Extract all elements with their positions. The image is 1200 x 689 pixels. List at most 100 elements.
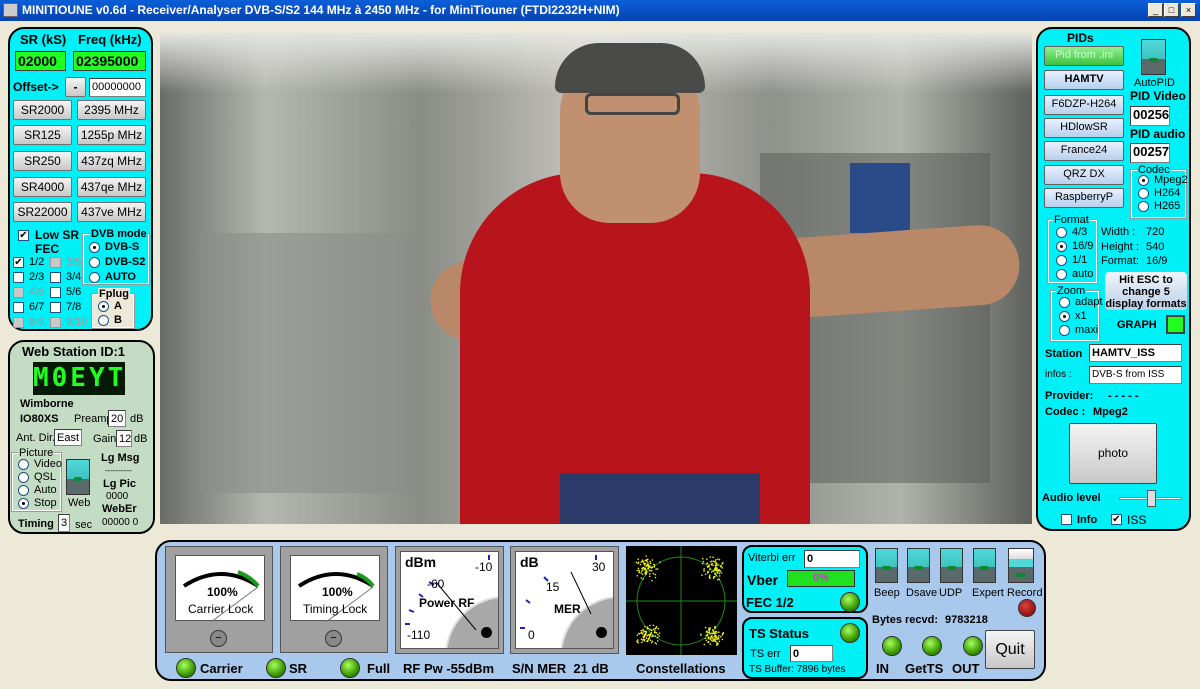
fec-checkbox[interactable] <box>13 302 24 313</box>
ts-err-input[interactable]: 0 <box>790 645 833 662</box>
ts-err-label: TS err <box>750 648 781 660</box>
sr-input[interactable]: 02000 <box>15 51 66 71</box>
photo-button[interactable]: photo <box>1069 423 1157 484</box>
lg-pic-value: 0000 <box>106 491 129 502</box>
constellation-point <box>714 573 716 575</box>
fec-checkbox[interactable] <box>50 287 61 298</box>
pid-audio-input[interactable]: 00257 <box>1130 143 1170 163</box>
offset-label: Offset-> <box>13 80 59 94</box>
constellation-point <box>651 635 653 638</box>
freq-input[interactable]: 02395000 <box>73 51 146 71</box>
sr-preset-button[interactable]: SR125 <box>13 125 72 145</box>
constellation-point <box>644 633 647 636</box>
dvb-mode-radio[interactable] <box>89 272 100 283</box>
constellation-point <box>706 558 708 560</box>
zoom-radio-label: maxi <box>1075 324 1099 336</box>
format-label: Format: <box>1101 255 1139 267</box>
infos-input[interactable]: DVB-S from ISS <box>1089 366 1182 384</box>
low-sr-label: Low SR <box>35 228 79 242</box>
timing-unit: sec <box>75 519 93 531</box>
pid-preset-button[interactable]: F6DZP-H264 <box>1044 95 1124 115</box>
fec-checkbox[interactable] <box>50 272 61 283</box>
viterbi-input[interactable]: 0 <box>804 550 860 568</box>
sr-preset-button[interactable]: SR4000 <box>13 177 72 197</box>
web-switch[interactable] <box>66 459 90 495</box>
expert-switch[interactable] <box>973 548 996 583</box>
freq-preset-button[interactable]: 1255p MHz <box>77 125 146 145</box>
format-radio[interactable] <box>1056 241 1067 252</box>
pid-preset-button[interactable]: RaspberryP <box>1044 188 1124 208</box>
constellation-point <box>659 561 661 563</box>
dsave-switch[interactable] <box>907 548 930 583</box>
ant-dir-input[interactable]: East <box>54 429 82 446</box>
graph-label: GRAPH <box>1117 319 1157 331</box>
picture-radio[interactable] <box>18 498 29 509</box>
zoom-radio[interactable] <box>1059 311 1070 322</box>
timing-input[interactable]: 3 <box>58 514 70 532</box>
dvb-mode-radio[interactable] <box>89 257 100 268</box>
pid-preset-button[interactable]: HDlowSR <box>1044 118 1124 138</box>
pid-preset-button[interactable]: France24 <box>1044 141 1124 161</box>
format-radio[interactable] <box>1056 269 1067 280</box>
constellation-point <box>644 625 646 628</box>
constellation-point <box>707 565 710 567</box>
offset-input[interactable]: 00000000 <box>89 78 146 97</box>
vber-bar: 0% <box>787 570 855 587</box>
pid-video-input[interactable]: 00256 <box>1130 106 1170 126</box>
constellation-point <box>642 578 644 580</box>
gain-input[interactable]: 12 <box>116 430 132 447</box>
format-radio[interactable] <box>1056 227 1067 238</box>
codec-radio[interactable] <box>1138 201 1149 212</box>
picture-radio[interactable] <box>18 485 29 496</box>
freq-preset-button[interactable]: 437zq MHz <box>77 151 146 171</box>
low-sr-checkbox[interactable]: ✔ <box>18 230 29 241</box>
pid-preset-button[interactable]: QRZ DX <box>1044 165 1124 185</box>
record-switch[interactable] <box>1008 548 1034 583</box>
codec-radio[interactable] <box>1138 175 1149 186</box>
zoom-radio[interactable] <box>1059 297 1070 308</box>
freq-preset-button[interactable]: 437ve MHz <box>77 202 146 222</box>
quit-button[interactable]: Quit <box>985 630 1035 669</box>
minimize-button[interactable]: _ <box>1148 3 1163 17</box>
codec-radio[interactable] <box>1138 188 1149 199</box>
close-button[interactable]: × <box>1181 3 1196 17</box>
picture-radio[interactable] <box>18 459 29 470</box>
sr-preset-button[interactable]: SR2000 <box>13 100 72 120</box>
carrier-label: Carrier <box>200 661 243 676</box>
fplug-radio[interactable] <box>98 301 109 312</box>
autopid-switch[interactable] <box>1141 39 1166 75</box>
info-checkbox[interactable] <box>1061 514 1072 525</box>
constellation-point <box>642 638 645 640</box>
constellation-point <box>649 624 651 627</box>
pid-preset-button[interactable]: Pid from .ini <box>1044 46 1124 66</box>
offset-sign-button[interactable]: - <box>65 77 86 97</box>
pid-preset-button[interactable]: HAMTV <box>1044 70 1124 90</box>
format-radio[interactable] <box>1056 255 1067 266</box>
out-led <box>963 636 983 656</box>
beep-switch[interactable] <box>875 548 898 583</box>
audio-level-slider[interactable] <box>1146 490 1156 507</box>
sr-preset-button[interactable]: SR250 <box>13 151 72 171</box>
graph-toggle[interactable] <box>1166 315 1185 334</box>
constellation-point <box>645 569 647 571</box>
fec-checkbox[interactable] <box>50 302 61 313</box>
dvb-mode-radio[interactable] <box>89 242 100 253</box>
freq-preset-button[interactable]: 2395 MHz <box>77 100 146 120</box>
zoom-radio[interactable] <box>1059 325 1070 336</box>
sr-preset-button[interactable]: SR22000 <box>13 202 72 222</box>
infos-label: infos : <box>1045 369 1072 380</box>
fplug-radio[interactable] <box>98 315 109 326</box>
fec-checkbox[interactable] <box>13 272 24 283</box>
getts-led <box>922 636 942 656</box>
station-input[interactable]: HAMTV_ISS <box>1089 344 1182 362</box>
picture-radio[interactable] <box>18 472 29 483</box>
lg-pic-label: Lg Pic <box>103 478 137 490</box>
info-checkbox-label: Info <box>1077 514 1098 526</box>
udp-switch[interactable] <box>940 548 963 583</box>
preamp-input[interactable]: 20 <box>108 410 126 427</box>
maximize-button[interactable]: □ <box>1164 3 1179 17</box>
freq-preset-button[interactable]: 437qe MHz <box>77 177 146 197</box>
fec-checkbox[interactable]: ✔ <box>13 257 24 268</box>
constellation-point <box>704 637 707 640</box>
iss-checkbox[interactable]: ✔ <box>1111 514 1122 525</box>
